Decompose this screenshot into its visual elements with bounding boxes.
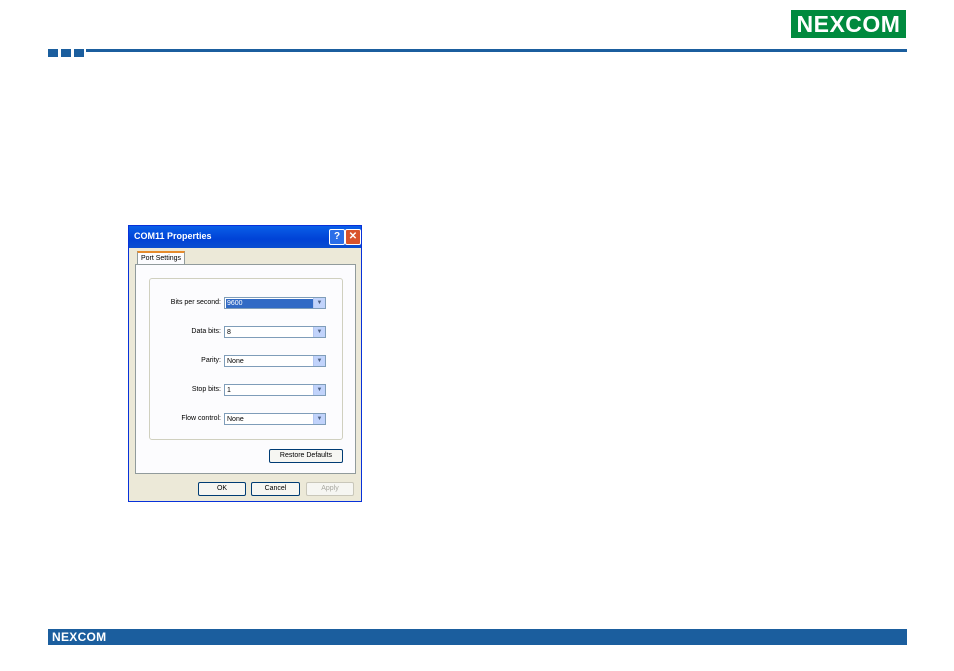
chevron-down-icon[interactable]: ▼ <box>313 385 325 395</box>
com-properties-dialog: COM11 Properties ? ✕ Port Settings Bits … <box>128 225 362 502</box>
ok-button[interactable]: OK <box>198 482 246 496</box>
stop-bits-value: 1 <box>227 387 231 394</box>
data-bits-select[interactable]: 8 ▼ <box>224 326 326 338</box>
chevron-down-icon[interactable]: ▼ <box>313 356 325 366</box>
restore-defaults-button[interactable]: Restore Defaults <box>269 449 343 463</box>
stop-bits-label: Stop bits: <box>191 386 221 393</box>
flow-control-select[interactable]: None ▼ <box>224 413 326 425</box>
data-bits-value: 8 <box>227 329 231 336</box>
dialog-title: COM11 Properties <box>134 231 212 241</box>
parity-label: Parity: <box>201 357 221 364</box>
close-icon[interactable]: ✕ <box>345 229 361 245</box>
header-squares <box>48 49 84 57</box>
nexcom-logo: NEXCOM <box>791 10 906 38</box>
bits-per-second-label: Bits per second: <box>170 299 221 306</box>
bits-per-second-select[interactable]: 9600 ▼ <box>224 297 326 309</box>
chevron-down-icon[interactable]: ▼ <box>313 298 325 308</box>
chevron-down-icon[interactable]: ▼ <box>313 327 325 337</box>
data-bits-label: Data bits: <box>191 328 221 335</box>
flow-control-label: Flow control: <box>181 415 221 422</box>
cancel-button[interactable]: Cancel <box>251 482 300 496</box>
flow-control-value: None <box>227 416 244 423</box>
parity-select[interactable]: None ▼ <box>224 355 326 367</box>
help-icon[interactable]: ? <box>329 229 345 245</box>
bits-per-second-value: 9600 <box>226 299 313 308</box>
parity-value: None <box>227 358 244 365</box>
footer-bar: NEXCOM <box>48 629 907 645</box>
header-rule <box>86 49 907 52</box>
footer-logo: NEXCOM <box>52 630 107 644</box>
chevron-down-icon[interactable]: ▼ <box>313 414 325 424</box>
tab-port-settings[interactable]: Port Settings <box>137 251 185 265</box>
stop-bits-select[interactable]: 1 ▼ <box>224 384 326 396</box>
dialog-titlebar[interactable]: COM11 Properties ? ✕ <box>129 226 361 248</box>
port-settings-panel: Bits per second: 9600 ▼ Data bits: 8 ▼ P… <box>135 264 356 474</box>
apply-button[interactable]: Apply <box>306 482 354 496</box>
